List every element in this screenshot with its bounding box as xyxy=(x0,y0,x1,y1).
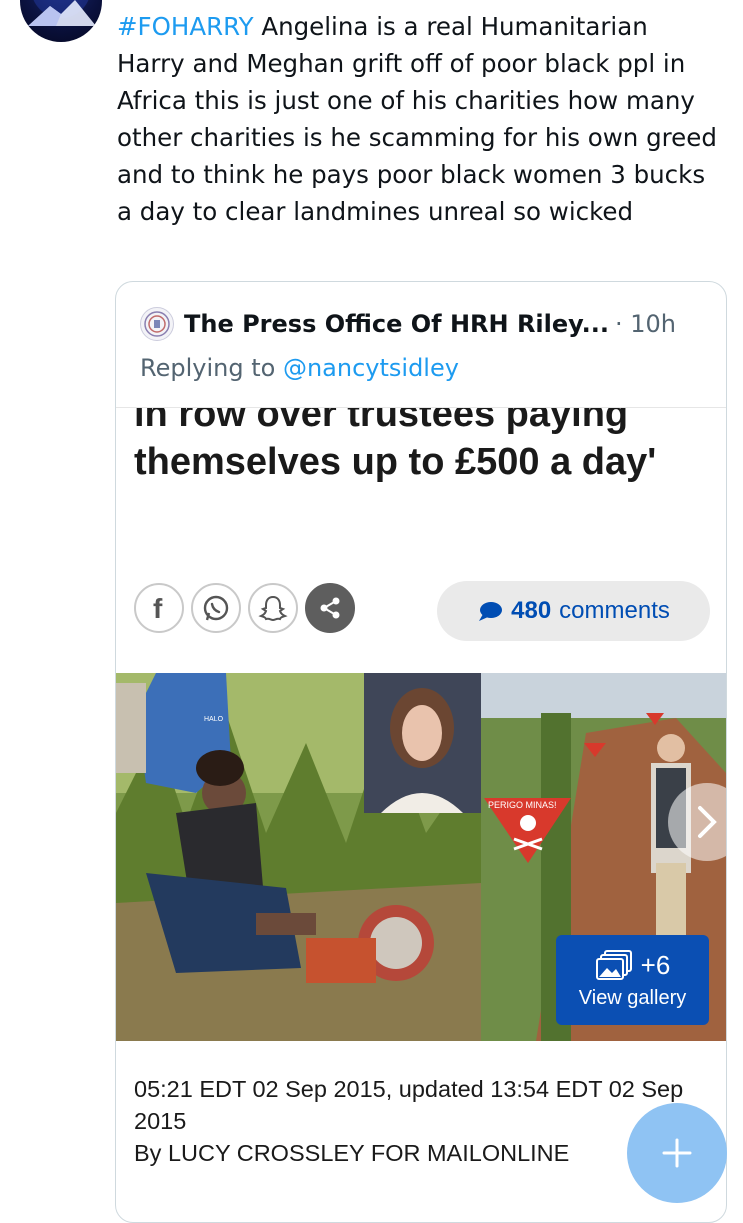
comment-bubble-icon xyxy=(479,602,503,621)
tweet-body: Angelina is a real Humanitarian Harry an… xyxy=(117,12,717,226)
hashtag-link[interactable]: #FOHARRY xyxy=(117,12,254,41)
view-gallery-button[interactable]: +6 View gallery xyxy=(556,935,709,1025)
comments-label: comments xyxy=(559,597,670,624)
quoted-author-name[interactable]: The Press Office Of HRH Riley... xyxy=(184,310,609,338)
minefield-sign-text: PERIGO MINAS! xyxy=(488,800,557,810)
user-avatar[interactable] xyxy=(20,0,102,42)
snapchat-icon[interactable] xyxy=(248,583,298,633)
photo-gallery[interactable]: PERIGO MINAS! HALO +6 View gallery xyxy=(116,673,726,1041)
view-gallery-label: View gallery xyxy=(578,987,687,1009)
svg-text:f: f xyxy=(153,594,163,622)
comments-button[interactable]: 480 comments xyxy=(437,581,710,641)
whatsapp-icon[interactable] xyxy=(191,583,241,633)
comments-count: 480 xyxy=(511,597,552,624)
share-icon[interactable] xyxy=(305,583,355,633)
compose-button[interactable] xyxy=(627,1103,727,1203)
replying-prefix: Replying to xyxy=(140,354,276,382)
quoted-tweet-header: The Press Office Of HRH Riley... · 10h xyxy=(140,306,676,342)
vest-text: HALO xyxy=(204,716,224,723)
seal-icon[interactable] xyxy=(140,307,174,341)
replying-to: Replying to @nancytsidley xyxy=(140,354,459,382)
gallery-count: +6 xyxy=(640,949,671,980)
plus-icon xyxy=(662,1138,692,1168)
tweet-text: #FOHARRY Angelina is a real Humanitarian… xyxy=(117,8,717,230)
facebook-icon[interactable]: f xyxy=(134,583,184,633)
article-screenshot[interactable]: in row over trustees paying themselves u… xyxy=(116,407,726,1222)
article-dateline: 05:21 EDT 02 Sep 2015, updated 13:54 EDT… xyxy=(134,1076,684,1134)
article-headline: in row over trustees paying themselves u… xyxy=(134,407,657,483)
quoted-tweet[interactable]: The Press Office Of HRH Riley... · 10h R… xyxy=(115,281,727,1223)
replying-mention[interactable]: @nancytsidley xyxy=(283,354,459,382)
pyramid-logo-icon xyxy=(28,0,96,26)
share-buttons: f xyxy=(134,583,355,633)
gallery-icon xyxy=(595,950,632,980)
chevron-right-icon xyxy=(698,806,717,838)
quoted-timestamp[interactable]: · 10h xyxy=(615,310,676,338)
